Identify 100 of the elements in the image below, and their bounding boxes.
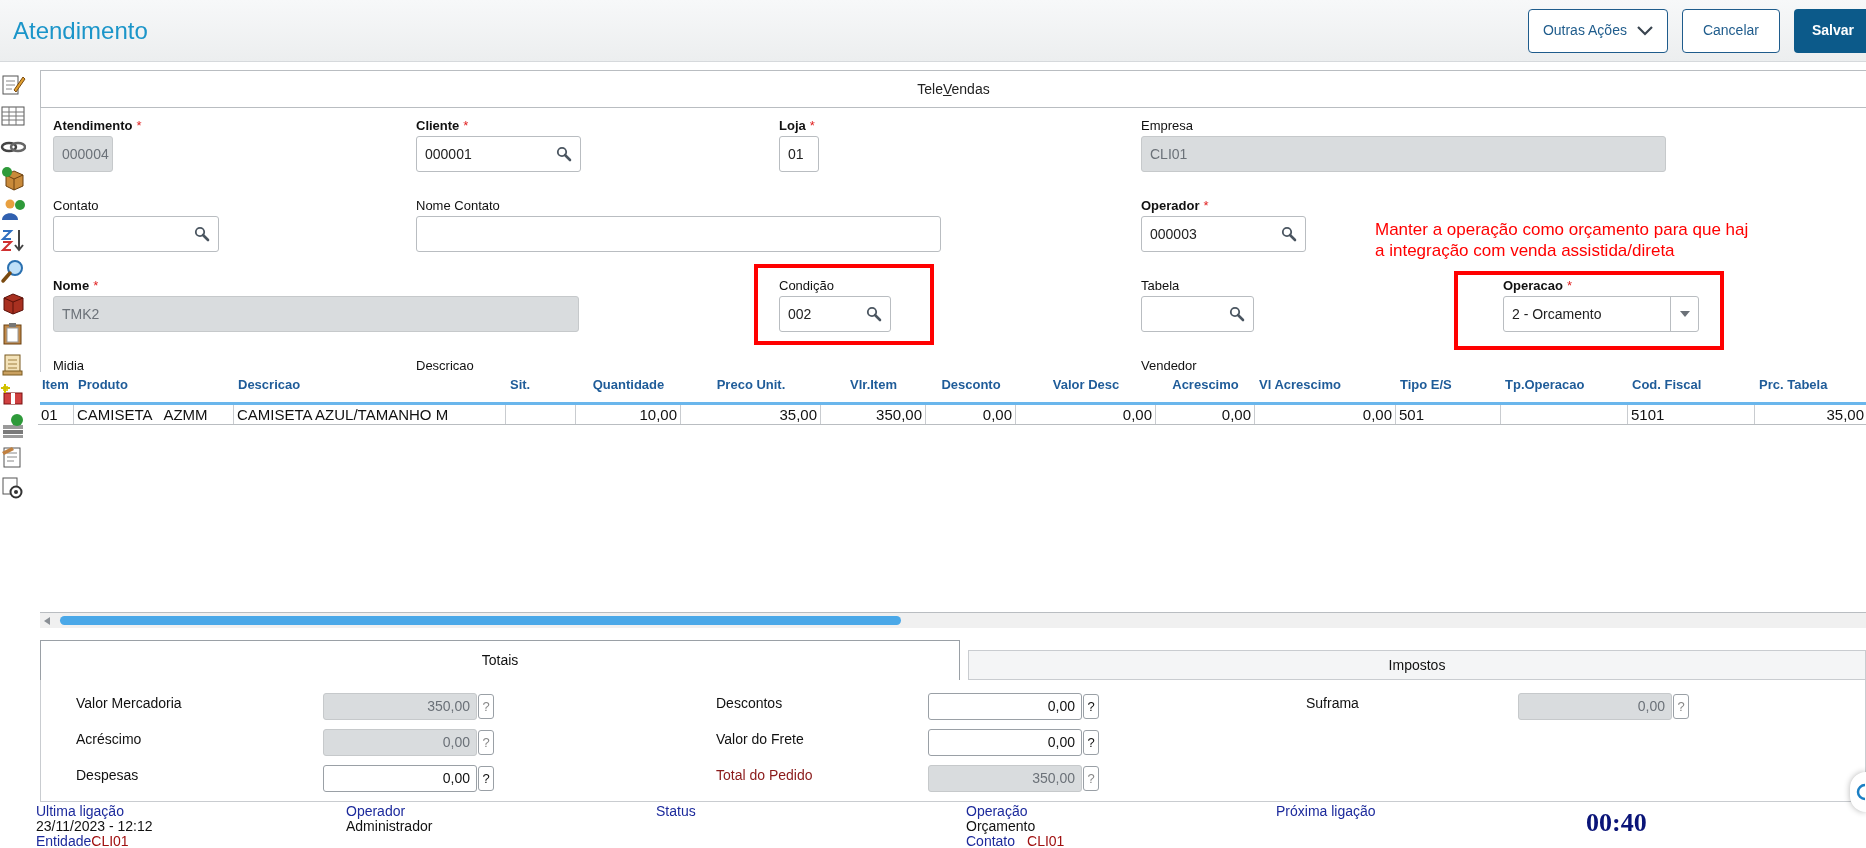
totals-tab[interactable]: Totais bbox=[40, 640, 960, 680]
table-cell: 5101 bbox=[1628, 405, 1755, 424]
search-icon[interactable] bbox=[194, 226, 210, 242]
total-label: Despesas bbox=[76, 766, 140, 785]
amount-field[interactable]: 350,00 bbox=[928, 765, 1082, 792]
status-entity: EntidadeCLI01 bbox=[36, 834, 130, 848]
table-cell: 35,00 bbox=[681, 405, 821, 424]
sort-icon[interactable] bbox=[0, 227, 26, 253]
amount-field[interactable]: 0,00 bbox=[323, 729, 477, 756]
total-label: Valor Mercadoria bbox=[76, 694, 183, 713]
column-header[interactable]: Preco Unit. bbox=[681, 375, 821, 395]
table-cell: 350,00 bbox=[821, 405, 926, 424]
search-icon[interactable] bbox=[866, 306, 882, 322]
table-cell: 0,00 bbox=[1016, 405, 1156, 424]
table-icon[interactable] bbox=[0, 103, 26, 129]
horizontal-scrollbar[interactable] bbox=[40, 612, 1866, 628]
input-field[interactable]: 000004 bbox=[53, 136, 113, 172]
field-label: Descricao bbox=[416, 358, 474, 374]
column-header[interactable]: Quantidade bbox=[576, 375, 681, 395]
field-label: Atendimento * bbox=[53, 118, 142, 134]
table-cell: 0,00 bbox=[1156, 405, 1255, 424]
field-label: Operador * bbox=[1141, 198, 1210, 214]
total-label: Total do Pedido bbox=[716, 766, 814, 785]
amount-field[interactable]: 0,00 bbox=[928, 693, 1082, 720]
chat-widget-button[interactable] bbox=[1850, 772, 1866, 812]
total-label: Descontos bbox=[716, 694, 784, 713]
left-arrow-icon[interactable] bbox=[44, 616, 50, 625]
total-label: Valor do Frete bbox=[716, 730, 805, 749]
column-header[interactable]: Tp.Operacao bbox=[1501, 375, 1628, 395]
search-icon[interactable] bbox=[1229, 306, 1245, 322]
box-icon[interactable] bbox=[0, 165, 26, 191]
help-button[interactable]: ? bbox=[1083, 766, 1099, 791]
table-cell: 35,00 bbox=[1755, 405, 1866, 424]
call-timer: 00:40 bbox=[1586, 808, 1647, 839]
column-header[interactable]: Desconto bbox=[926, 375, 1016, 395]
status-entity: Contato CLI01 bbox=[966, 834, 1066, 848]
scroll-icon[interactable] bbox=[0, 351, 26, 377]
caret-icon[interactable] bbox=[1679, 311, 1690, 317]
folder-tab[interactable]: TeleVendas bbox=[40, 70, 1866, 108]
total-label: Acréscimo bbox=[76, 730, 143, 749]
input-field[interactable]: TMK2 bbox=[53, 296, 579, 332]
status-label: Operação bbox=[966, 804, 1029, 819]
save-button[interactable]: Salvar bbox=[1793, 8, 1866, 53]
search-icon[interactable] bbox=[1281, 226, 1297, 242]
field-label: Midia bbox=[53, 358, 85, 374]
amount-field[interactable]: 350,00 bbox=[323, 693, 477, 720]
chat-icon bbox=[1856, 783, 1866, 801]
status-label: Próxima ligação bbox=[1276, 804, 1377, 819]
lookup-field[interactable]: 000003 bbox=[1141, 216, 1306, 252]
status-value: Orçamento bbox=[966, 819, 1037, 834]
input-field[interactable]: 01 bbox=[779, 136, 819, 172]
field-label: Nome Contato bbox=[416, 198, 501, 214]
field-label: Nome * bbox=[53, 278, 100, 294]
amount-field[interactable]: 0,00 bbox=[323, 765, 477, 792]
status-value: 23/11/2023 - 12:12 bbox=[36, 819, 154, 834]
lookup-field[interactable]: 000001 bbox=[416, 136, 581, 172]
notepad-icon[interactable] bbox=[0, 72, 26, 98]
column-header[interactable]: Prc. Tabela bbox=[1755, 375, 1866, 395]
page-title: Atendimento bbox=[13, 15, 148, 46]
lookup-field[interactable]: 002 bbox=[779, 296, 891, 332]
input-field[interactable] bbox=[416, 216, 941, 252]
help-button[interactable]: ? bbox=[1083, 730, 1099, 755]
total-label: Suframa bbox=[1306, 694, 1360, 713]
cancel-button[interactable]: Cancelar bbox=[1681, 8, 1780, 53]
column-header[interactable]: Acrescimo bbox=[1156, 375, 1255, 395]
amount-field[interactable]: 0,00 bbox=[1518, 693, 1672, 720]
table-cell: 0,00 bbox=[1255, 405, 1396, 424]
column-header[interactable]: Cod. Fiscal bbox=[1628, 375, 1755, 395]
column-header[interactable]: Valor Desc bbox=[1016, 375, 1156, 395]
status-value: Administrador bbox=[346, 819, 434, 834]
help-button[interactable]: ? bbox=[478, 766, 494, 791]
column-header[interactable]: Descricao bbox=[234, 375, 506, 395]
field-label: Vendedor bbox=[1141, 358, 1197, 374]
lookup-field[interactable] bbox=[1141, 296, 1254, 332]
operation-dropdown[interactable]: 2 - Orcamento bbox=[1503, 296, 1699, 332]
magnifier-icon[interactable] bbox=[0, 258, 26, 284]
input-field[interactable]: CLI01 bbox=[1141, 136, 1666, 172]
status-label: Ultima ligação bbox=[36, 804, 125, 819]
table-cell: 501 bbox=[1396, 405, 1501, 424]
amount-field[interactable]: 0,00 bbox=[928, 729, 1082, 756]
column-header[interactable]: Produto bbox=[74, 375, 234, 395]
help-button[interactable]: ? bbox=[478, 730, 494, 755]
column-header[interactable]: Tipo E/S bbox=[1396, 375, 1501, 395]
help-button[interactable]: ? bbox=[1673, 694, 1689, 719]
search-icon[interactable] bbox=[556, 146, 572, 162]
lookup-field[interactable] bbox=[53, 216, 219, 252]
field-label: Condição bbox=[779, 278, 835, 294]
chevron-down-icon bbox=[1636, 25, 1653, 36]
column-header[interactable]: Vl Acrescimo bbox=[1255, 375, 1396, 395]
column-header[interactable]: Vlr.Item bbox=[821, 375, 926, 395]
gift-icon[interactable] bbox=[0, 382, 26, 408]
column-header[interactable]: Sit. bbox=[506, 375, 576, 395]
column-header[interactable]: Item bbox=[38, 375, 74, 395]
help-button[interactable]: ? bbox=[1083, 694, 1099, 719]
totals-tab[interactable]: Impostos bbox=[968, 650, 1866, 680]
status-label: Status bbox=[656, 804, 697, 819]
more-actions-button[interactable]: Outras Ações bbox=[1527, 8, 1668, 53]
help-button[interactable]: ? bbox=[478, 694, 494, 719]
money-icon[interactable] bbox=[0, 413, 26, 439]
table-cell: 01 bbox=[38, 405, 74, 424]
